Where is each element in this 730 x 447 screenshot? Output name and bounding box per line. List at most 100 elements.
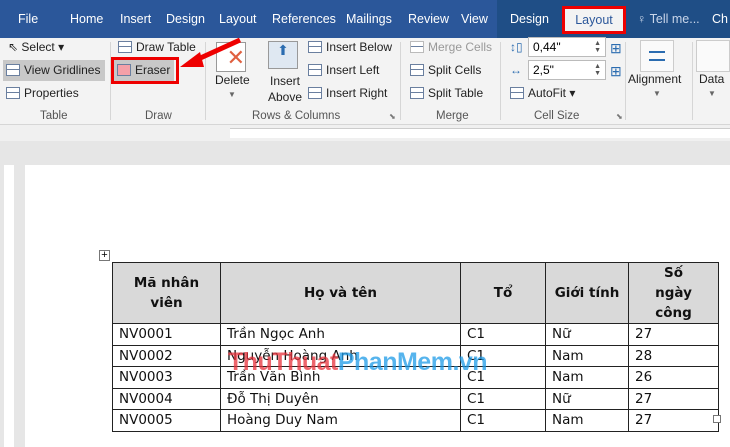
delete-button[interactable]: Delete	[215, 73, 250, 87]
row-height-value: 0,44"	[533, 40, 561, 54]
tab-review[interactable]: Review	[408, 12, 449, 26]
table-cell[interactable]: 27	[628, 387, 719, 410]
merge-cells-label: Merge Cells	[428, 40, 493, 54]
table-resize-handle-icon[interactable]	[713, 415, 721, 423]
insert-above-button[interactable]: Insert Above	[268, 73, 302, 105]
divider	[500, 42, 501, 120]
distribute-columns-icon[interactable]: ⊞	[610, 63, 622, 80]
insert-right-button[interactable]: Insert Right	[308, 86, 387, 100]
insert-right-icon	[308, 87, 322, 99]
table-cell[interactable]: 27	[628, 409, 719, 432]
merge-cells-button[interactable]: Merge Cells	[410, 40, 492, 54]
table-cell[interactable]: NV0004	[112, 387, 221, 410]
split-table-button[interactable]: Split Table	[410, 86, 483, 100]
row-height-input[interactable]: 0,44" ▲ ▼	[528, 37, 606, 57]
chevron-down-icon: ▼	[708, 89, 716, 98]
draw-table-button[interactable]: Draw Table	[118, 40, 196, 54]
tab-table-layout[interactable]: Layout	[562, 6, 626, 34]
table-cell[interactable]: C1	[460, 323, 546, 346]
table-cell[interactable]: Trần Ngọc Anh	[220, 323, 461, 346]
insert-left-button[interactable]: Insert Left	[308, 63, 379, 77]
horizontal-ruler[interactable]	[0, 125, 730, 141]
watermark-part-2: PhanMem.vn	[337, 348, 488, 376]
group-cell-size-label: Cell Size	[534, 110, 580, 122]
chevron-down-icon: ▼	[653, 89, 661, 98]
select-label: Select	[21, 40, 55, 54]
divider	[205, 42, 206, 120]
tab-mailings[interactable]: Mailings	[346, 12, 392, 26]
spinner-icon[interactable]: ▲ ▼	[594, 63, 601, 77]
tab-home[interactable]: Home	[70, 12, 103, 26]
view-gridlines-label: View Gridlines	[24, 63, 101, 77]
properties-button[interactable]: Properties	[6, 86, 79, 100]
table-cell[interactable]: Nam	[545, 409, 629, 432]
table-cell[interactable]: Nữ	[545, 323, 629, 346]
ribbon: ⇖ Select ▾ View Gridlines Properties Tab…	[0, 37, 730, 125]
autofit-button[interactable]: AutoFit ▾	[510, 86, 575, 100]
tab-file[interactable]: File	[18, 12, 38, 26]
group-table-label: Table	[40, 110, 68, 122]
header-cell[interactable]: Số ngày công	[628, 262, 719, 324]
divider	[400, 42, 401, 120]
insert-below-button[interactable]: Insert Below	[308, 40, 392, 54]
alignment-icon	[640, 40, 674, 72]
table-cell[interactable]: Đỗ Thị Duyên	[220, 387, 461, 410]
select-button[interactable]: ⇖ Select ▾	[8, 40, 64, 54]
draw-table-label: Draw Table	[136, 40, 196, 54]
employee-table: Mã nhân viên Họ và tên Tổ Giới tính Số ngà…	[112, 262, 719, 432]
table-cell[interactable]: 27	[628, 323, 719, 346]
table-cell[interactable]: Nam	[545, 366, 629, 389]
row-height-icon: ↕▯	[510, 40, 523, 54]
table-cell[interactable]: C1	[460, 387, 546, 410]
table-row: NV0005 Hoàng Duy Nam C1 Nam 27	[112, 409, 719, 432]
split-cells-button[interactable]: Split Cells	[410, 63, 481, 77]
data-button[interactable]: Data	[699, 72, 724, 86]
tab-view[interactable]: View	[461, 12, 488, 26]
header-cell[interactable]: Họ và tên	[220, 262, 461, 324]
table-cell[interactable]: 28	[628, 344, 719, 367]
ribbon-tabs: File Home Insert Design Layout Reference…	[0, 0, 730, 38]
dialog-launcher-icon[interactable]: ⬊	[616, 112, 623, 121]
insert-below-icon	[308, 41, 322, 53]
header-text: Số	[664, 265, 683, 281]
lightbulb-icon: ♀	[637, 12, 650, 26]
tab-design[interactable]: Design	[166, 12, 205, 26]
tab-layout[interactable]: Layout	[219, 12, 257, 26]
column-width-input[interactable]: 2,5" ▲ ▼	[528, 60, 606, 80]
alignment-button[interactable]: Alignment	[628, 72, 681, 86]
header-cell[interactable]: Tổ	[460, 262, 546, 324]
split-cells-icon	[410, 64, 424, 76]
table-cell[interactable]: NV0001	[112, 323, 221, 346]
chevron-down-icon: ▼	[228, 90, 236, 99]
properties-icon	[6, 87, 20, 99]
insert-left-label: Insert Left	[326, 63, 380, 77]
watermark-part-1: ThuThuat	[228, 348, 338, 376]
autofit-icon	[510, 87, 524, 99]
table-cell[interactable]: C1	[460, 409, 546, 432]
insert-above-icon: ⬆	[268, 41, 298, 69]
header-cell[interactable]: Giới tính	[545, 262, 629, 324]
tab-overflow[interactable]: Ch	[712, 12, 728, 26]
table-cell[interactable]: NV0005	[112, 409, 221, 432]
column-width-value: 2,5"	[533, 63, 554, 77]
split-table-icon	[410, 87, 424, 99]
table-row: NV0001 Trần Ngọc Anh C1 Nữ 27	[112, 323, 719, 346]
view-gridlines-button[interactable]: View Gridlines	[3, 60, 105, 81]
vertical-ruler[interactable]	[4, 165, 14, 447]
table-cell[interactable]: NV0003	[112, 366, 221, 389]
table-cell[interactable]: NV0002	[112, 344, 221, 367]
tab-references[interactable]: References	[272, 12, 336, 26]
table-cell[interactable]: 26	[628, 366, 719, 389]
table-move-handle-icon[interactable]: +	[99, 250, 110, 261]
tab-insert[interactable]: Insert	[120, 12, 151, 26]
dialog-launcher-icon[interactable]: ⬊	[389, 112, 396, 121]
header-text: viên	[150, 295, 183, 311]
spinner-icon[interactable]: ▲ ▼	[594, 40, 601, 54]
distribute-rows-icon[interactable]: ⊞	[610, 40, 622, 57]
table-cell[interactable]: Hoàng Duy Nam	[220, 409, 461, 432]
header-cell[interactable]: Mã nhân viên	[112, 262, 221, 324]
table-cell[interactable]: Nam	[545, 344, 629, 367]
tab-table-design[interactable]: Design	[510, 12, 549, 26]
tell-me-search[interactable]: ♀ Tell me...	[637, 12, 700, 26]
table-cell[interactable]: Nữ	[545, 387, 629, 410]
